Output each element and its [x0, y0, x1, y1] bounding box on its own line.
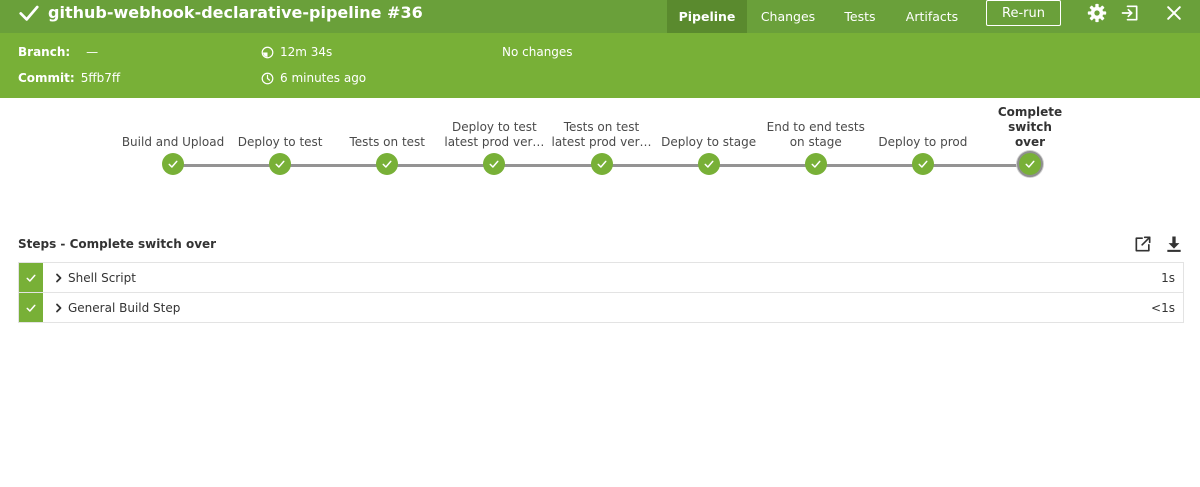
pipeline-graph: Build and Upload Deploy to test Tests on t… — [0, 98, 1200, 208]
tab-artifacts[interactable]: Artifacts — [898, 0, 966, 33]
open-external-icon[interactable] — [1133, 234, 1153, 254]
pipeline-stage[interactable]: Tests on test latest prod ver… — [547, 120, 657, 175]
pipeline-stage[interactable]: Tests on test — [332, 120, 442, 175]
check-icon — [26, 274, 36, 282]
stage-label: Tests on test — [349, 135, 425, 149]
pipeline-stage[interactable]: Deploy to stage — [654, 120, 764, 175]
stage-label: Build and Upload — [121, 135, 225, 149]
check-icon — [26, 304, 36, 312]
stage-label: Tests on test latest prod ver… — [551, 120, 652, 149]
stage-label: Complete switch over — [997, 105, 1063, 149]
pipeline-stage[interactable]: Deploy to test — [225, 120, 335, 175]
pipeline-stage[interactable]: Build and Upload — [118, 120, 228, 175]
check-icon — [918, 160, 928, 168]
gear-icon[interactable] — [1087, 3, 1107, 23]
step-row[interactable]: General Build Step <1s — [18, 292, 1184, 323]
step-status — [19, 263, 43, 292]
success-check-icon — [19, 5, 39, 21]
pipeline-stage[interactable]: Complete switch over — [975, 105, 1085, 177]
stage-status-node[interactable] — [162, 153, 184, 175]
pipeline-stage[interactable]: Deploy to prod — [868, 120, 978, 175]
commit-info: Commit: 5ffb7ff — [18, 71, 120, 85]
branch-label: Branch: — [18, 45, 71, 59]
stage-label: Deploy to test latest prod ver… — [444, 120, 545, 149]
stage-status-node[interactable] — [269, 153, 292, 175]
changes-info: No changes — [502, 45, 573, 59]
check-icon — [704, 160, 714, 168]
exit-icon[interactable] — [1120, 3, 1140, 23]
check-icon — [382, 160, 392, 168]
stage-status-node[interactable] — [911, 153, 934, 175]
close-icon[interactable] — [1164, 3, 1184, 23]
chevron-right-icon[interactable] — [53, 272, 65, 284]
check-icon — [811, 160, 821, 168]
stage-label: End to end tests on stage — [766, 120, 865, 149]
check-icon — [489, 160, 499, 168]
step-status — [19, 293, 43, 322]
duration-info: 12m 34s — [261, 45, 332, 59]
check-icon — [168, 160, 178, 168]
duration-value: 12m 34s — [280, 45, 333, 59]
check-icon — [275, 160, 285, 168]
started-info: 6 minutes ago — [261, 71, 366, 85]
steps-title: Steps - Complete switch over — [18, 237, 217, 251]
steps-list: Shell Script 1s General Build Step <1s — [18, 262, 1184, 323]
stage-status-node[interactable] — [590, 153, 613, 175]
branch-value: — — [86, 45, 99, 59]
download-icon[interactable] — [1164, 234, 1184, 254]
clock-icon — [261, 72, 274, 84]
started-value: 6 minutes ago — [280, 71, 367, 85]
stage-label: Deploy to test — [237, 135, 323, 149]
pipeline-stage[interactable]: Deploy to test latest prod ver… — [439, 120, 549, 175]
step-name: Shell Script — [68, 270, 136, 285]
tab-changes[interactable]: Changes — [753, 0, 823, 33]
check-icon — [597, 160, 606, 168]
commit-value[interactable]: 5ffb7ff — [81, 71, 120, 85]
step-duration: 1s — [1161, 270, 1175, 285]
stage-label: Deploy to stage — [661, 135, 757, 149]
chevron-right-icon[interactable] — [53, 302, 65, 314]
stage-status-node[interactable] — [1017, 151, 1043, 177]
step-name: General Build Step — [68, 300, 181, 315]
stage-label: Deploy to prod — [878, 135, 968, 149]
commit-label: Commit: — [18, 71, 75, 85]
stage-status-node[interactable] — [376, 153, 399, 175]
stage-status-node[interactable] — [697, 153, 720, 175]
tab-tests[interactable]: Tests — [836, 0, 884, 33]
run-header: github-webhook-declarative-pipeline #36 … — [0, 0, 1200, 98]
stage-status-node[interactable] — [804, 153, 827, 175]
step-duration: <1s — [1151, 300, 1175, 315]
run-title: github-webhook-declarative-pipeline #36 — [18, 0, 423, 25]
duration-icon — [261, 46, 274, 58]
branch-info: Branch: — — [18, 45, 98, 59]
stage-status-node[interactable] — [483, 153, 506, 175]
tab-pipeline[interactable]: Pipeline — [667, 0, 747, 33]
check-icon — [1025, 160, 1035, 168]
pipeline-stage[interactable]: End to end tests on stage — [761, 120, 871, 175]
rerun-button[interactable]: Re-run — [986, 0, 1061, 26]
run-title-text: github-webhook-declarative-pipeline #36 — [48, 3, 423, 22]
step-row[interactable]: Shell Script 1s — [18, 262, 1184, 293]
